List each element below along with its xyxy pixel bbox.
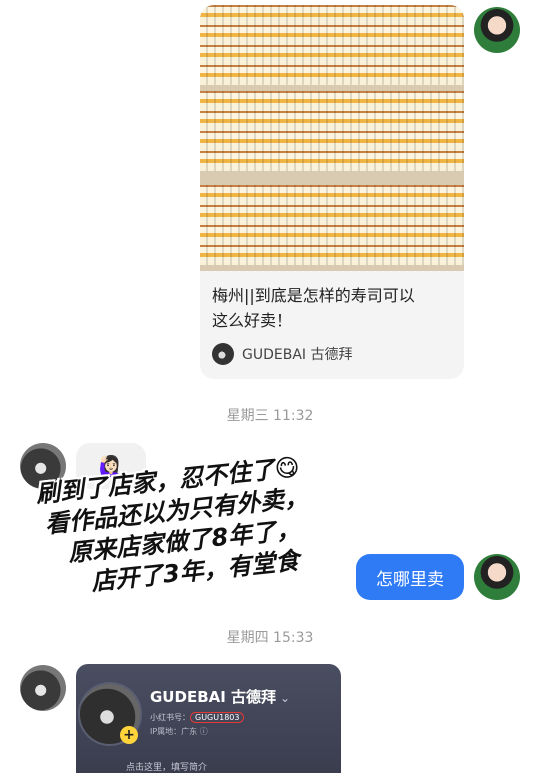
post-title-line1: 梅州||到底是怎样的寿司可以 [212, 286, 415, 305]
avatar-other[interactable] [20, 665, 66, 711]
author-avatar [212, 343, 234, 365]
profile-bio-placeholder: 点击这里，填写简介 [126, 763, 208, 773]
plus-icon[interactable]: + [120, 726, 138, 744]
sent-message-text: 怎哪里卖 [376, 569, 444, 590]
profile-card[interactable]: + GUDEBAI 古德拜 ⌄ 小红书号： GUGU1803 IP属地：广东 ⓘ 点… [76, 664, 341, 773]
post-cover-image [200, 5, 464, 271]
sent-message-bubble[interactable]: 怎哪里卖 [356, 554, 464, 600]
post-author: GUDEBAI 古德拜 [212, 343, 352, 365]
avatar-self[interactable] [474, 554, 520, 600]
post-title: 梅州||到底是怎样的寿司可以 这么好卖！ [212, 283, 452, 333]
shared-post-card[interactable]: 梅州||到底是怎样的寿司可以 这么好卖！ GUDEBAI 古德拜 [200, 5, 464, 379]
avatar-self[interactable] [474, 7, 520, 53]
author-name: GUDEBAI 古德拜 [242, 347, 353, 363]
profile-name: GUDEBAI 古德拜 ⌄ [150, 686, 290, 707]
profile-id: 小红书号： GUGU1803 [150, 712, 245, 723]
profile-ip-location: IP属地：广东 ⓘ [150, 727, 208, 736]
profile-id-label: 小红书号： [150, 713, 190, 722]
chevron-down-icon: ⌄ [280, 691, 291, 705]
profile-name-text: GUDEBAI 古德拜 [150, 688, 277, 706]
timestamp: 星期三 11:32 [226, 408, 314, 424]
timestamp: 星期四 15:33 [226, 630, 314, 646]
profile-id-value: GUGU1803 [190, 712, 245, 723]
post-title-line2: 这么好卖！ [212, 311, 293, 330]
